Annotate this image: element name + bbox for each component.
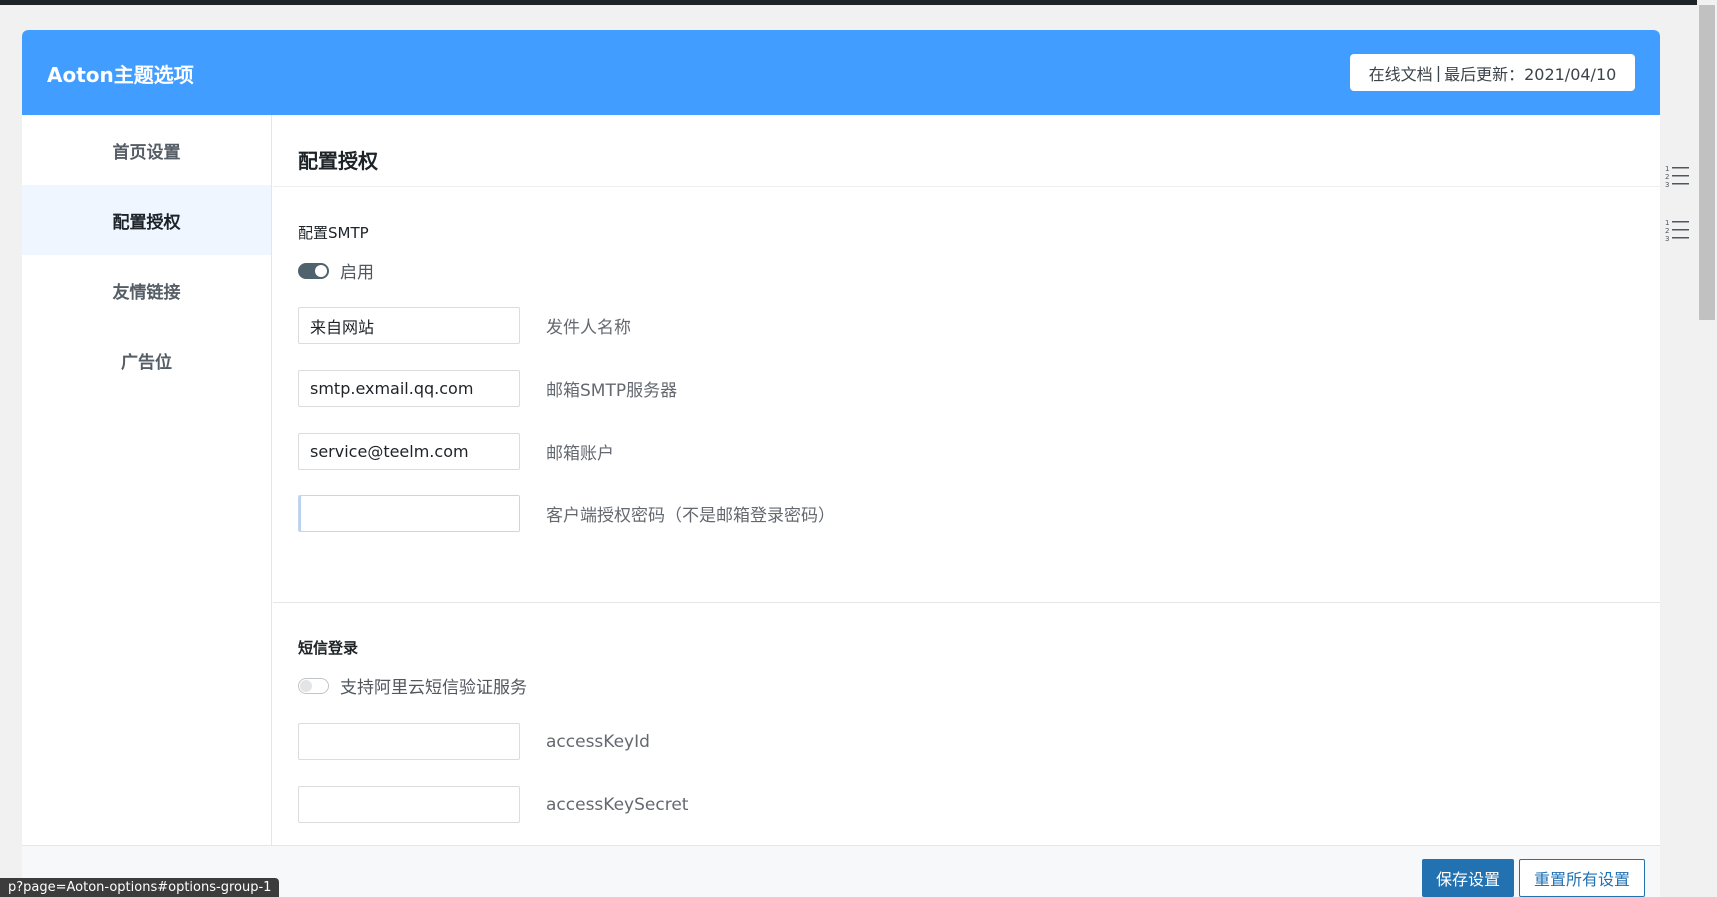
access-key-id-label: accessKeyId	[546, 731, 650, 752]
client-password-row: 客户端授权密码（不是邮箱登录密码）	[298, 495, 835, 532]
sidebar-item-license-config[interactable]: 配置授权	[22, 185, 271, 255]
svg-text:1: 1	[1665, 219, 1669, 227]
numbered-list-icon[interactable]: 1 2 3	[1665, 164, 1691, 190]
client-password-label: 客户端授权密码（不是邮箱登录密码）	[546, 506, 835, 526]
access-key-secret-label: accessKeySecret	[546, 794, 689, 815]
section-divider	[273, 602, 1660, 603]
smtp-toggle-row: 启用	[298, 258, 374, 283]
email-account-input[interactable]	[298, 433, 520, 470]
access-key-secret-input[interactable]	[298, 786, 520, 823]
sidebar-item-friend-links[interactable]: 友情链接	[22, 255, 271, 325]
page-scrollbar[interactable]	[1697, 0, 1717, 897]
header-separator: |	[1435, 63, 1442, 82]
app-title: Aoton主题选项	[47, 63, 194, 87]
sidebar: 首页设置 配置授权 友情链接 广告位	[22, 115, 272, 897]
access-key-secret-row: accessKeySecret	[298, 786, 688, 823]
svg-text:3: 3	[1665, 181, 1669, 189]
smtp-group-label: 配置SMTP	[298, 224, 369, 242]
sender-name-row: 发件人名称	[298, 307, 631, 344]
svg-text:2: 2	[1665, 227, 1669, 235]
browser-top-strip	[0, 0, 1717, 5]
sender-name-input[interactable]	[298, 307, 520, 344]
scrollbar-thumb[interactable]	[1699, 5, 1715, 320]
options-panel: Aoton主题选项 在线文档 | 最后更新：2021/04/10 首页设置 配置…	[22, 30, 1660, 897]
sms-group-label: 短信登录	[298, 639, 359, 657]
smtp-toggle-label: 启用	[340, 263, 374, 283]
numbered-list-icon[interactable]: 1 2 3	[1665, 218, 1691, 244]
access-key-id-input[interactable]	[298, 723, 520, 760]
smtp-enable-toggle[interactable]	[298, 262, 329, 279]
sidebar-item-homepage-settings[interactable]: 首页设置	[22, 115, 271, 185]
access-key-id-row: accessKeyId	[298, 723, 650, 760]
status-bar-url: p?page=Aoton-options#options-group-1	[0, 878, 280, 897]
svg-text:2: 2	[1665, 173, 1669, 181]
options-header: Aoton主题选项 在线文档 | 最后更新：2021/04/10	[22, 30, 1660, 115]
sms-toggle-label: 支持阿里云短信验证服务	[340, 678, 527, 698]
svg-text:3: 3	[1665, 235, 1669, 243]
header-info-box: 在线文档 | 最后更新：2021/04/10	[1350, 54, 1635, 91]
settings-content: 配置授权 配置SMTP 启用 发件人名称 邮箱SMTP服务器 邮箱账户 客户端授…	[273, 115, 1660, 845]
smtp-server-label: 邮箱SMTP服务器	[546, 381, 678, 401]
svg-text:1: 1	[1665, 165, 1669, 173]
save-settings-button[interactable]: 保存设置	[1422, 859, 1514, 897]
reset-all-settings-button[interactable]: 重置所有设置	[1519, 859, 1645, 897]
section-title: 配置授权	[298, 149, 378, 173]
right-rail: 1 2 3 1 2 3	[1660, 0, 1717, 897]
docs-link[interactable]: 在线文档	[1369, 61, 1433, 85]
smtp-server-row: 邮箱SMTP服务器	[298, 370, 677, 407]
last-update-text: 最后更新：2021/04/10	[1444, 64, 1617, 84]
smtp-server-input[interactable]	[298, 370, 520, 407]
email-account-label: 邮箱账户	[546, 444, 614, 464]
email-account-row: 邮箱账户	[298, 433, 614, 470]
client-password-input[interactable]	[298, 495, 520, 532]
sms-enable-toggle[interactable]	[298, 677, 329, 694]
sidebar-item-ad-slots[interactable]: 广告位	[22, 325, 271, 395]
sender-name-label: 发件人名称	[546, 318, 631, 338]
sms-toggle-row: 支持阿里云短信验证服务	[298, 673, 527, 698]
title-divider	[273, 186, 1660, 187]
